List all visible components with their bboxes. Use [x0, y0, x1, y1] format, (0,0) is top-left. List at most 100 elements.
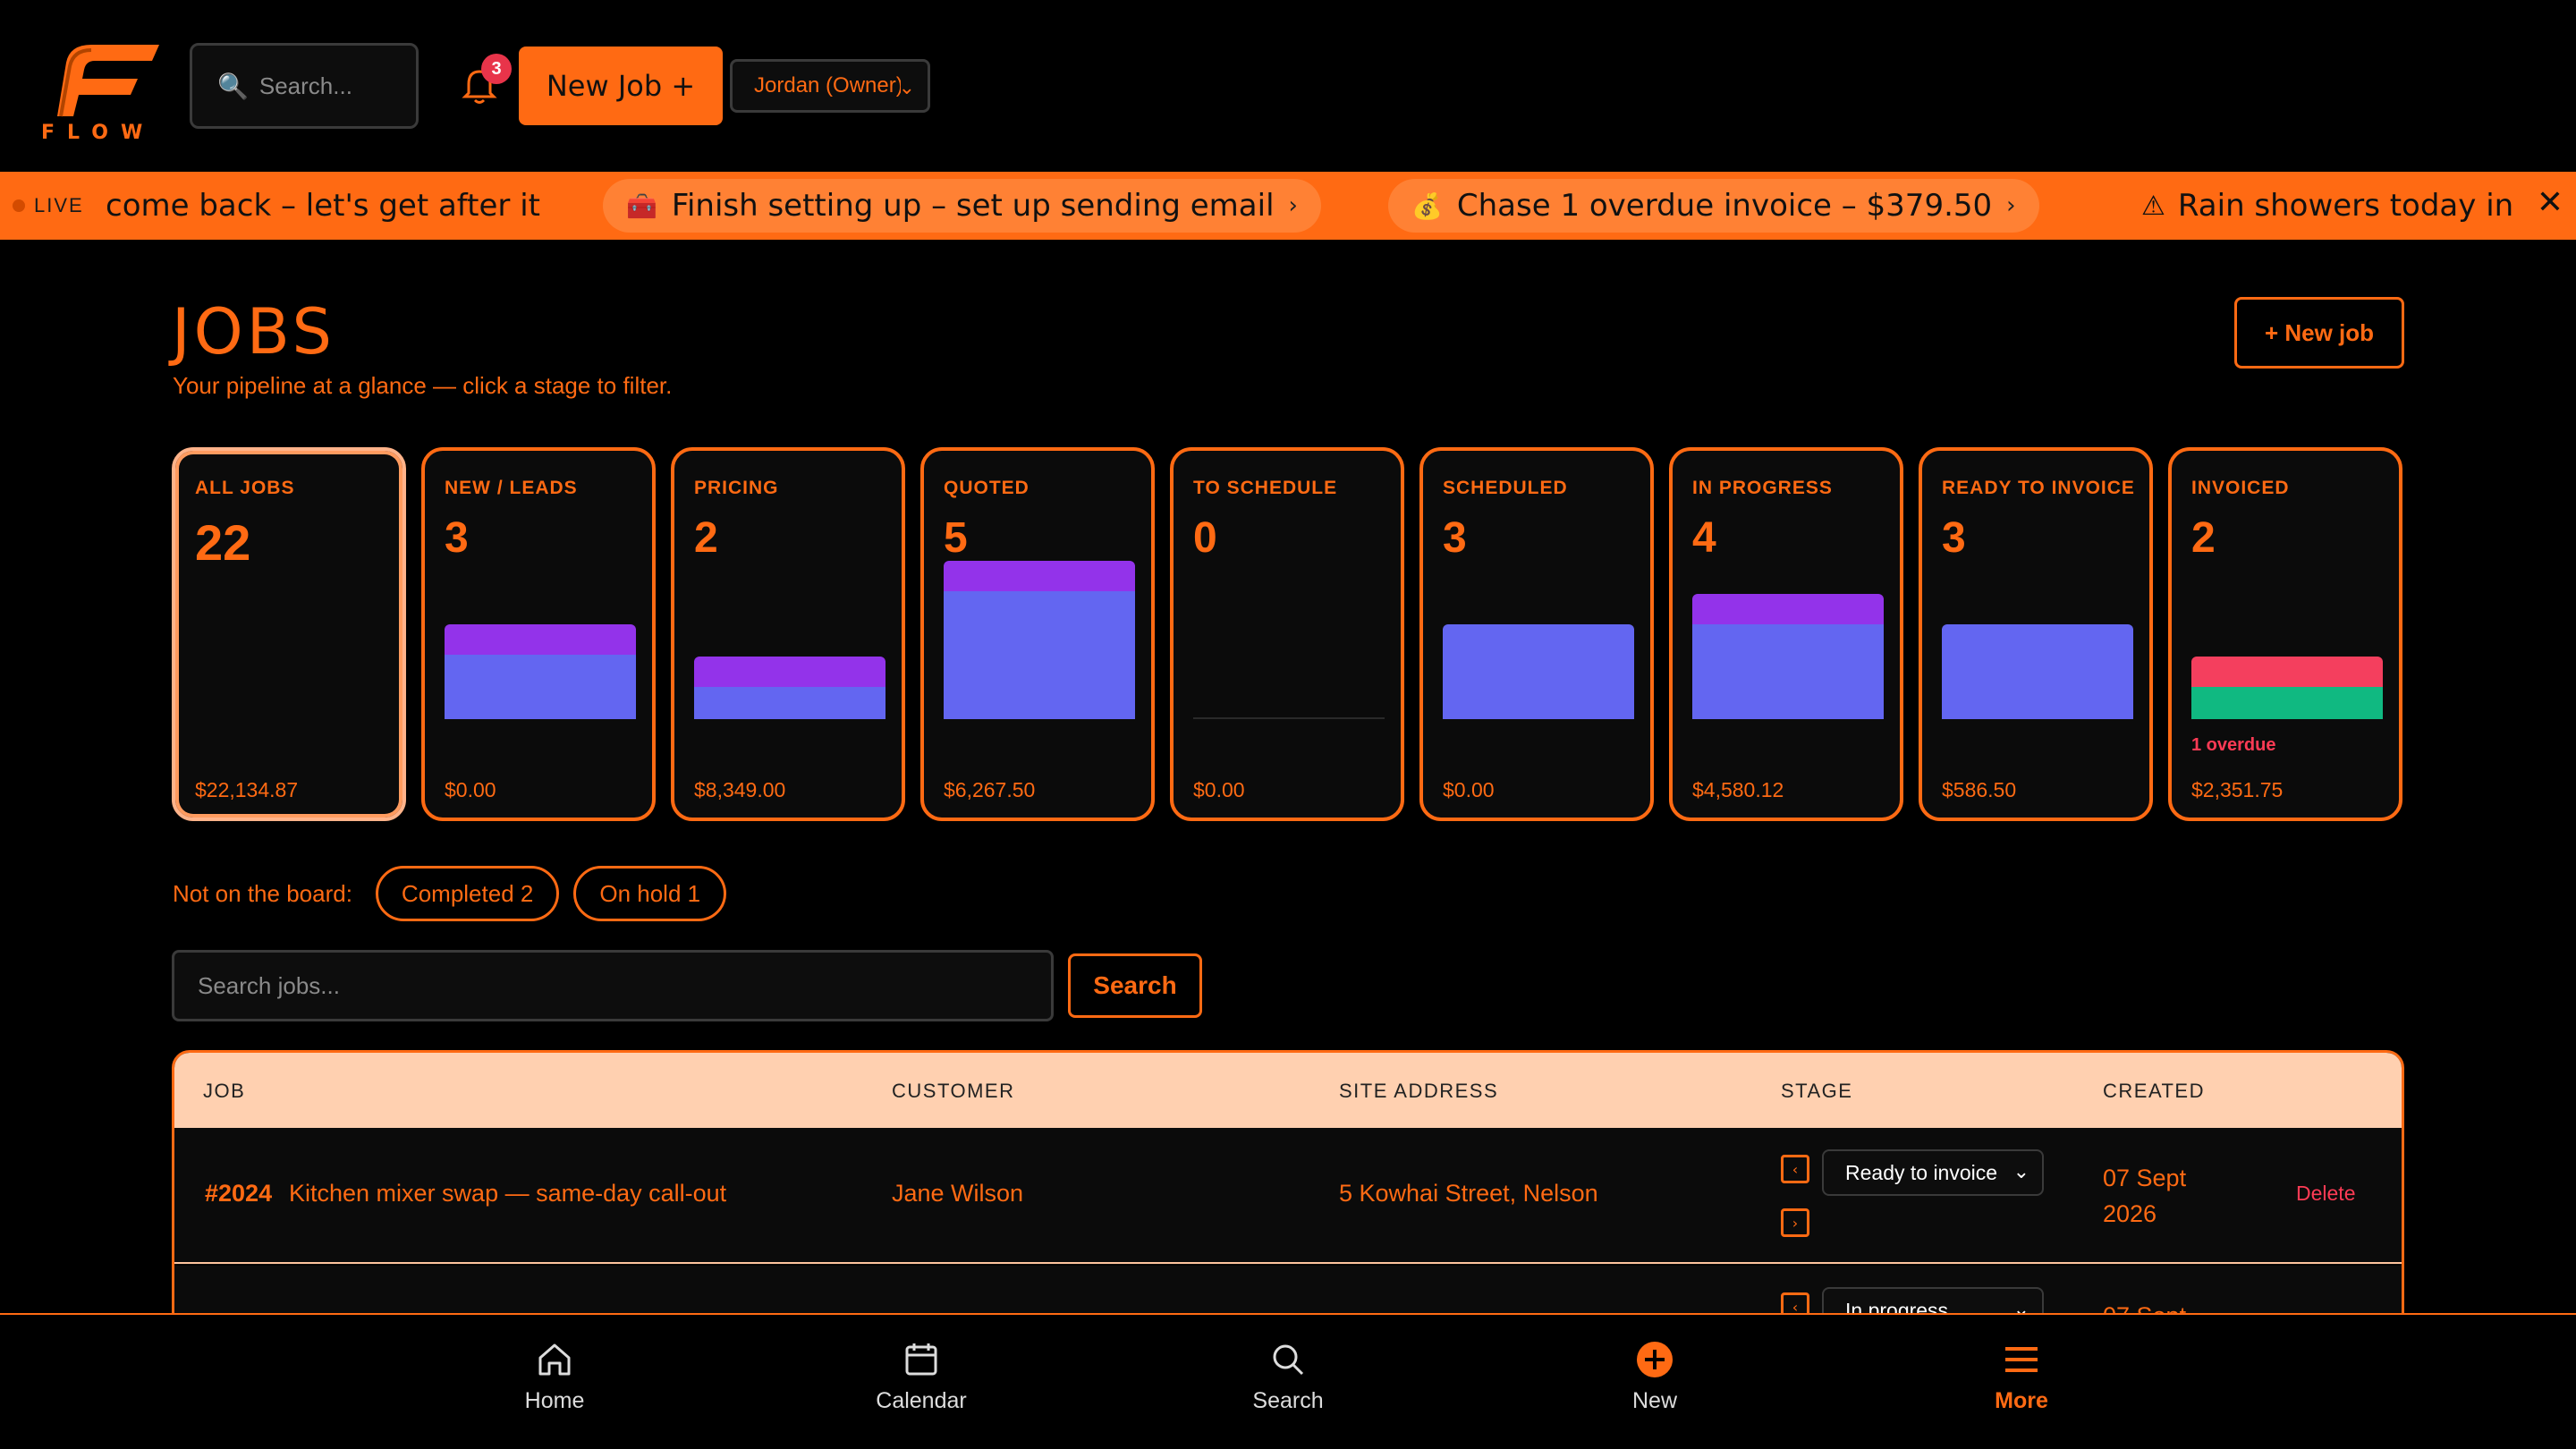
close-icon[interactable]: ✕	[2537, 184, 2563, 221]
stage-bar	[1443, 624, 1634, 719]
nav-home-label: Home	[524, 1388, 585, 1413]
stage-label: ALL JOBS	[195, 478, 295, 498]
column-created: CREATED	[2103, 1080, 2205, 1102]
stage-bar-segment	[445, 624, 636, 655]
notification-badge: 3	[481, 54, 512, 84]
stage-next-button[interactable]: ›	[1781, 1208, 1809, 1237]
overdue-label: 1 overdue	[2191, 735, 2276, 755]
stage-bar	[445, 624, 636, 719]
stage-count: 4	[1692, 514, 1716, 562]
site-address: 5 Kowhai Street, Nelson	[1339, 1180, 1598, 1207]
nav-more[interactable]: More	[1932, 1340, 2111, 1414]
stage-bar-segment	[944, 561, 1135, 591]
plus-circle-icon	[1637, 1342, 1673, 1377]
column-customer: CUSTOMER	[892, 1080, 1015, 1102]
job-title[interactable]: Kitchen mixer swap — same-day call-out	[289, 1180, 726, 1208]
stage-amount: $22,134.87	[195, 778, 299, 801]
page-subtitle: Your pipeline at a glance — click a stag…	[173, 372, 673, 399]
stage-bar-segment	[2191, 657, 2383, 687]
stage-card-ready-to-invoice[interactable]: READY TO INVOICE 3 $586.50	[1919, 447, 2153, 821]
table-row[interactable]: ‹ In progress ⌄ 07 Sept	[174, 1266, 2402, 1316]
ticker-item-welcome: come back – let's get after it	[106, 172, 540, 240]
stage-bar-segment	[944, 591, 1135, 719]
toolbox-icon: 🧰	[626, 191, 657, 221]
customer-name[interactable]: Jane Wilson	[892, 1180, 1023, 1208]
stage-amount: $4,580.12	[1692, 778, 1784, 801]
stage-card-quoted[interactable]: QUOTED 5 $6,267.50	[920, 447, 1155, 821]
chevron-down-icon: ⌄	[898, 76, 915, 98]
nav-home[interactable]: Home	[465, 1340, 644, 1414]
stage-label: QUOTED	[944, 478, 1030, 498]
ticker-text: come back – let's get after it	[106, 188, 540, 224]
not-on-board: Not on the board: Completed 2 On hold 1	[173, 866, 727, 921]
stage-card-scheduled[interactable]: SCHEDULED 3 $0.00	[1419, 447, 1654, 821]
search-icon	[1273, 1344, 1304, 1376]
new-job-button[interactable]: + New job	[2234, 297, 2404, 369]
stage-amount: $0.00	[1193, 778, 1245, 801]
stage-card-invoiced[interactable]: INVOICED 2 1 overdue $2,351.75	[2168, 447, 2402, 821]
stage-card-in-progress[interactable]: IN PROGRESS 4 $4,580.12	[1669, 447, 1903, 821]
top-bar: FLOW 🔍 Search... 3 New Job + Jordan (Own…	[0, 0, 2576, 172]
search-icon: 🔍	[217, 71, 249, 101]
stage-bar-segment	[2191, 687, 2383, 719]
stage-bar-baseline	[1193, 717, 1385, 719]
stage-count: 22	[195, 514, 251, 571]
nav-calendar[interactable]: Calendar	[832, 1340, 1011, 1414]
stage-label: SCHEDULED	[1443, 478, 1568, 498]
stage-card-new-leads[interactable]: NEW / LEADS 3 $0.00	[421, 447, 656, 821]
warning-icon: ⚠	[2141, 190, 2165, 222]
ticker-item-setup[interactable]: 🧰 Finish setting up – set up sending ema…	[603, 179, 1321, 233]
table-row[interactable]: #2024 Kitchen mixer swap — same-day call…	[174, 1128, 2402, 1264]
stage-prev-button[interactable]: ‹	[1781, 1155, 1809, 1183]
delete-button[interactable]: Delete	[2296, 1182, 2355, 1206]
nav-more-label: More	[1995, 1388, 2048, 1413]
stage-bar-segment	[1443, 624, 1634, 719]
nav-calendar-label: Calendar	[876, 1388, 967, 1413]
stage-bar	[1942, 624, 2133, 719]
live-indicator: LIVE	[0, 172, 107, 240]
stage-label: READY TO INVOICE	[1942, 478, 2135, 498]
stage-card-pricing[interactable]: PRICING 2 $8,349.00	[671, 447, 905, 821]
nav-search-label: Search	[1252, 1388, 1324, 1413]
stage-count: 5	[944, 514, 968, 562]
nav-new-label: New	[1631, 1388, 1677, 1413]
menu-icon	[2005, 1347, 2038, 1372]
stage-count: 2	[694, 514, 718, 562]
new-job-header-button[interactable]: New Job +	[519, 47, 723, 125]
stage-bar-segment	[694, 657, 886, 687]
job-number[interactable]: #2024	[205, 1180, 272, 1208]
stage-bar-segment	[445, 655, 636, 719]
stage-bar	[2191, 657, 2383, 719]
live-dot-icon	[13, 199, 25, 212]
nav-search[interactable]: Search	[1199, 1340, 1377, 1414]
jobs-table: JOB CUSTOMER SITE ADDRESS STAGE CREATED …	[172, 1050, 2404, 1318]
job-search-input[interactable]: Search jobs...	[172, 950, 1054, 1021]
nav-new[interactable]: New	[1565, 1340, 1744, 1414]
stage-card-all-jobs[interactable]: ALL JOBS 22 $22,134.87	[172, 447, 406, 821]
stage-count: 3	[1942, 514, 1966, 562]
completed-chip[interactable]: Completed 2	[375, 866, 560, 921]
logo-text: FLOW	[41, 122, 156, 144]
search-placeholder: Search...	[258, 72, 352, 99]
stage-amount: $586.50	[1942, 778, 2017, 801]
home-icon	[538, 1343, 571, 1376]
stage-bar	[944, 561, 1135, 719]
job-search-button[interactable]: Search	[1068, 953, 1202, 1018]
stage-count: 2	[2191, 514, 2216, 562]
user-select[interactable]: Jordan (Owner) ⌄	[730, 59, 930, 113]
stage-select[interactable]: Ready to invoice ⌄	[1822, 1149, 2044, 1196]
stage-label: INVOICED	[2191, 478, 2290, 498]
news-ticker: LIVE come back – let's get after it 🧰 Fi…	[0, 172, 2576, 240]
column-job: JOB	[203, 1080, 246, 1102]
stage-bar-segment	[694, 687, 886, 719]
stage-count: 3	[445, 514, 469, 562]
stage-card-to-schedule[interactable]: TO SCHEDULE 0 $0.00	[1170, 447, 1404, 821]
stage-amount: $0.00	[1443, 778, 1495, 801]
stage-amount: $2,351.75	[2191, 778, 2284, 801]
ticker-item-overdue[interactable]: 💰 Chase 1 overdue invoice – $379.50 ›	[1388, 179, 2039, 233]
stage-label: IN PROGRESS	[1692, 478, 1833, 498]
global-search-input[interactable]: 🔍 Search...	[190, 43, 419, 129]
stage-amount: $0.00	[445, 778, 496, 801]
on-hold-chip[interactable]: On hold 1	[573, 866, 727, 921]
stage-bar	[1692, 594, 1884, 719]
